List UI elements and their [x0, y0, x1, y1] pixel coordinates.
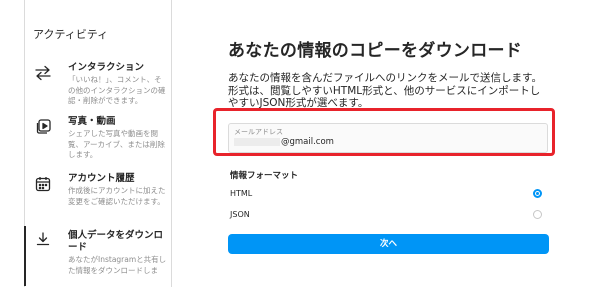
sidebar-item-desc: 「いいね！」、コメント、その他のインタラクションの確認・削除ができます。 [68, 75, 166, 105]
sidebar-item-desc: あなたがInstagramと共有した情報をダウンロードしま [68, 255, 167, 275]
intro-text: あなたの情報を含んだファイルへのリンクをメールで送信します。形式は、閲覧しやすい… [228, 72, 542, 109]
format-option-html[interactable]: HTML [230, 188, 548, 202]
sidebar-title: アクティビティ [33, 28, 109, 41]
email-field[interactable]: メールアドレス @gmail.com [228, 123, 548, 153]
sidebar-item-label: 個人データをダウンロード [68, 230, 164, 253]
format-title: 情報フォーマット [230, 171, 299, 181]
sidebar-item-desc: 作成後にアカウントに加えた変更をご確認いただけます。 [68, 186, 166, 206]
activity-sidebar: アクティビティ インタラクション 「いいね！」、コメント、その他のインタラクショ… [24, 0, 172, 287]
active-indicator [24, 226, 26, 286]
sidebar-item-label: インタラクション [68, 62, 145, 73]
format-option-label: JSON [230, 210, 250, 219]
redacted-email-name [234, 137, 280, 146]
photo-video-icon [34, 118, 52, 136]
download-panel: あなたの情報のコピーをダウンロード あなたの情報を含んだファイルへのリンクをメー… [173, 0, 600, 287]
download-icon [34, 230, 52, 248]
email-field-label: メールアドレス [234, 128, 283, 136]
sidebar-item-label: アカウント履歴 [68, 173, 135, 184]
calendar-icon [34, 175, 52, 193]
format-option-json[interactable]: JSON [230, 209, 548, 223]
sidebar-item-label: 写真・動画 [68, 116, 116, 127]
email-field-value[interactable]: @gmail.com [234, 137, 334, 147]
format-option-label: HTML [230, 189, 253, 198]
html-radio[interactable] [533, 189, 542, 198]
next-button[interactable]: 次へ [228, 234, 549, 254]
sidebar-item-desc: シェアした写真や動画を閲覧、アーカイブ、または削除します。 [68, 129, 165, 159]
email-domain: @gmail.com [281, 137, 334, 147]
page-title: あなたの情報のコピーをダウンロード [228, 41, 523, 61]
json-radio[interactable] [533, 210, 542, 219]
swap-arrows-icon [34, 64, 52, 82]
